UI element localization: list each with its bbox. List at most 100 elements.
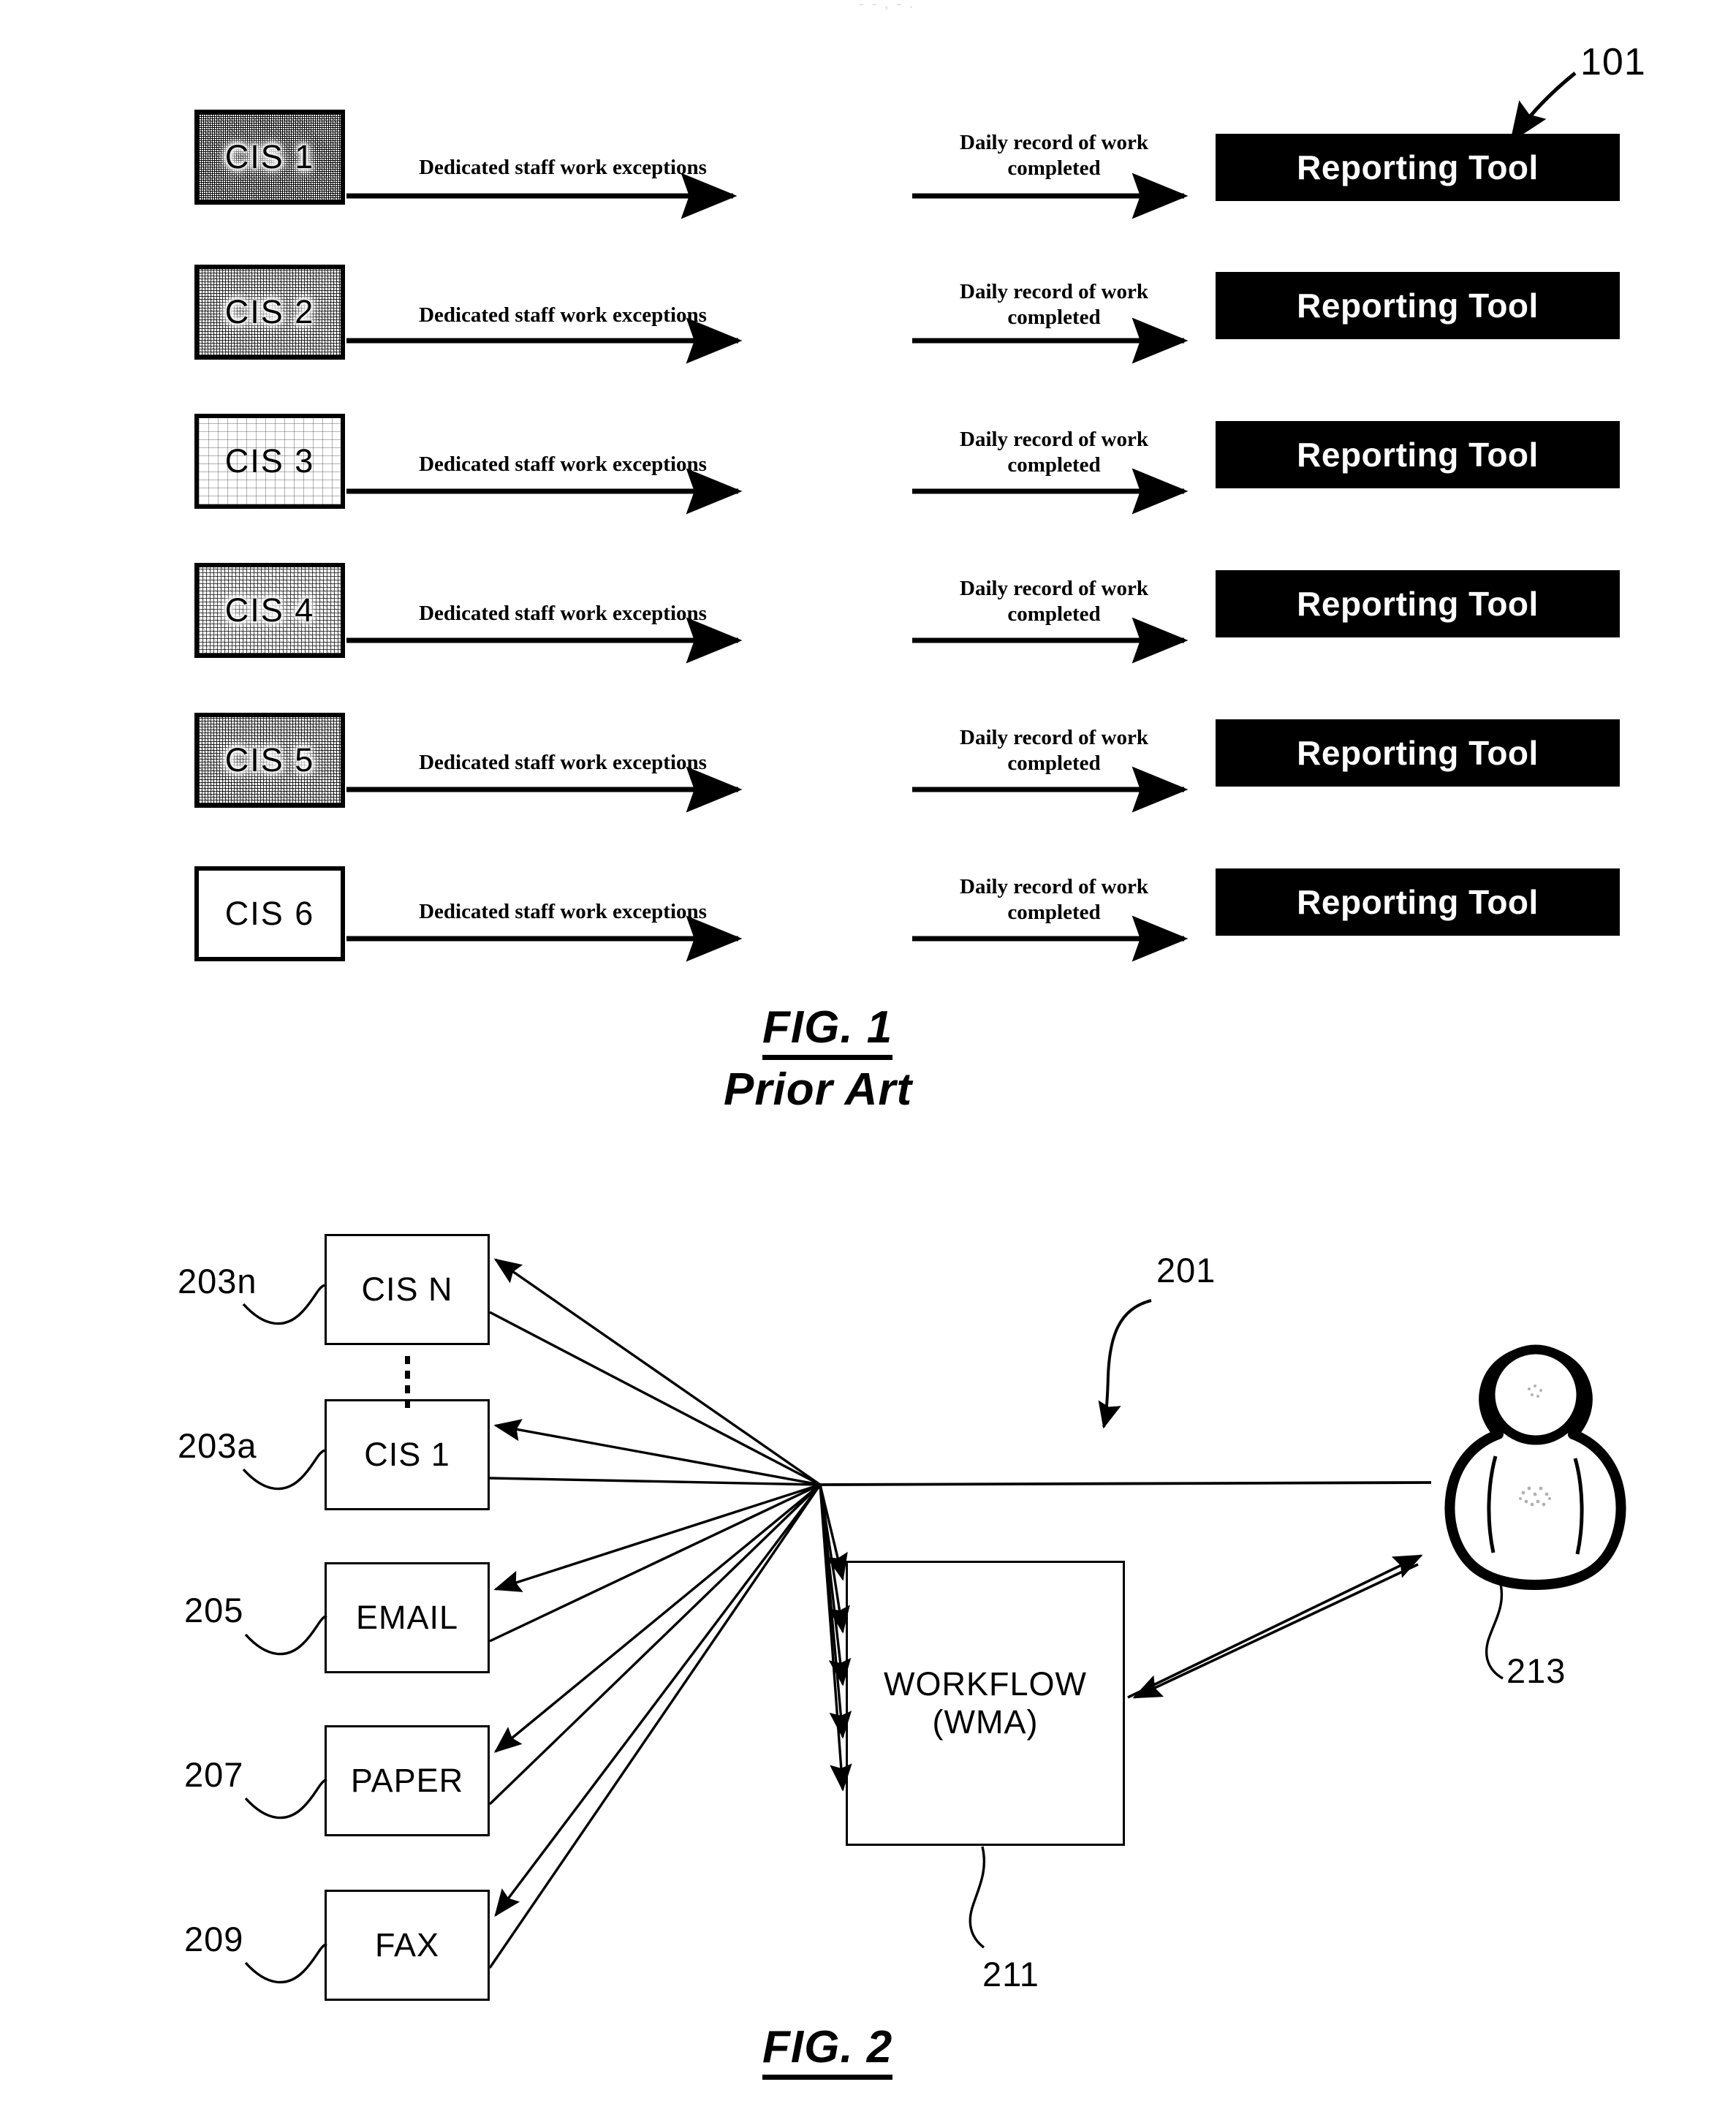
ref-leader-101 (1509, 72, 1577, 143)
cis-box-5-label: CIS 5 (224, 741, 315, 779)
patent-drawing-sheet: - - , - . CIS 1 CIS 2 CIS 3 CIS 4 CIS 5 … (0, 0, 1736, 2128)
flow-label-left-3: Dedicated staff work exceptions (419, 453, 707, 476)
arrow-hub-to-cis1 (493, 1419, 821, 1486)
workflow-box-label-line2: (WMA) (932, 1703, 1039, 1741)
arrow-hub-to-paper (493, 1483, 822, 1753)
ref-numeral-203n: 203n (178, 1262, 257, 1300)
source-box-cis-n: CIS N (325, 1234, 490, 1345)
ref-leader-209 (244, 1942, 327, 1984)
ref-numeral-205: 205 (184, 1591, 244, 1629)
ref-leader-205 (244, 1614, 327, 1656)
cis-box-4: CIS 4 (194, 563, 345, 658)
arrow-hub-to-workflow-4 (819, 1484, 852, 1739)
cis-box-3: CIS 3 (194, 414, 345, 509)
flow-label-right-4: Daily record of work completed (918, 576, 1190, 628)
reporting-tool-box-3-label: Reporting Tool (1297, 436, 1539, 474)
source-box-cis-1: CIS 1 (325, 1399, 490, 1510)
reporting-tool-box-2-label: Reporting Tool (1297, 287, 1539, 325)
flow-label-right-2-line1: Daily record of work (960, 280, 1148, 303)
fig2-hub-to-source-arrows (493, 1258, 822, 1917)
flow-label-right-3-line2: completed (1007, 453, 1101, 477)
ref-numeral-101: 101 (1580, 41, 1646, 83)
arrow-hub-to-workflow-2 (819, 1484, 850, 1634)
flow-label-right-1-line1: Daily record of work (960, 131, 1148, 154)
line-cisn-to-hub (489, 1311, 821, 1486)
flow-label-right-3-line1: Daily record of work (960, 428, 1148, 451)
ref-leader-213 (1485, 1578, 1504, 1680)
reporting-tool-box-1-label: Reporting Tool (1297, 148, 1539, 186)
reporting-tool-box-5-label: Reporting Tool (1297, 734, 1539, 772)
flow-label-left-4: Dedicated staff work exceptions (419, 602, 707, 625)
cis-box-3-label: CIS 3 (224, 442, 315, 480)
ref-leader-207 (244, 1778, 327, 1820)
cis-box-2-label: CIS 2 (224, 293, 315, 330)
line-email-to-hub (489, 1483, 821, 1643)
page-header-mark: - - , - . (859, 0, 915, 12)
figure-1-subcaption: Prior Art (724, 1064, 913, 1115)
line-fax-to-hub (488, 1484, 822, 1969)
reporting-tool-box-2: Reporting Tool (1216, 272, 1620, 339)
arrow-workflow-to-user (1127, 1554, 1423, 1699)
flow-label-right-4-line2: completed (1007, 602, 1101, 626)
source-box-cis-n-label: CIS N (361, 1270, 453, 1308)
fig2-source-to-hub-lines (488, 1311, 822, 1969)
flow-label-right-5: Daily record of work completed (918, 725, 1190, 777)
ref-numeral-211: 211 (982, 1955, 1039, 1993)
ref-leader-201 (1098, 1299, 1152, 1429)
source-box-cis-1-label: CIS 1 (364, 1435, 450, 1473)
flow-label-left-2: Dedicated staff work exceptions (419, 303, 707, 327)
cis-box-4-label: CIS 4 (224, 591, 315, 629)
person-icon-speckle (1519, 1385, 1551, 1507)
flow-label-right-6-line1: Daily record of work (960, 875, 1148, 898)
flow-label-right-3: Daily record of work completed (918, 427, 1190, 479)
cis-box-1: CIS 1 (194, 110, 345, 205)
arrow-user-to-workflow-hidden (1132, 1559, 1421, 1695)
line-paper-to-hub (488, 1483, 822, 1806)
flow-label-left-1: Dedicated staff work exceptions (419, 156, 707, 179)
ref-numeral-201: 201 (1156, 1251, 1216, 1290)
reporting-tool-box-6: Reporting Tool (1216, 868, 1620, 936)
ref-numeral-213: 213 (1506, 1651, 1566, 1690)
flow-label-right-2: Daily record of work completed (918, 279, 1190, 331)
person-icon (1444, 1344, 1626, 1590)
figure-1-caption: FIG. 1 (762, 1001, 893, 1060)
arrow-hub-to-cisn (493, 1258, 821, 1486)
flow-label-right-5-line1: Daily record of work (960, 726, 1148, 749)
source-box-fax-label: FAX (374, 1926, 440, 1964)
source-box-email: EMAIL (325, 1562, 490, 1673)
figure-2-caption: FIG. 2 (762, 2021, 893, 2080)
arrow-hub-to-fax (494, 1483, 822, 1917)
line-cis1-to-hub (489, 1477, 821, 1486)
flow-label-left-6: Dedicated staff work exceptions (419, 900, 707, 923)
ref-numeral-207: 207 (184, 1755, 244, 1794)
arrow-hub-to-workflow-3 (819, 1484, 852, 1686)
flow-label-left-5: Dedicated staff work exceptions (419, 751, 707, 774)
workflow-box-label-line1: WORKFLOW (884, 1665, 1087, 1703)
cis-box-1-label: CIS 1 (224, 138, 315, 175)
reporting-tool-box-1: Reporting Tool (1216, 134, 1620, 201)
arrow-user-to-workflow (1132, 1563, 1419, 1699)
reporting-tool-box-4: Reporting Tool (1216, 570, 1620, 637)
cis-box-5: CIS 5 (194, 713, 345, 808)
cis-box-2: CIS 2 (194, 265, 345, 360)
ref-numeral-209: 209 (184, 1920, 244, 1958)
ref-leader-211 (969, 1846, 986, 1949)
source-box-paper: PAPER (325, 1725, 490, 1836)
line-hub-to-user (819, 1481, 1432, 1486)
reporting-tool-box-6-label: Reporting Tool (1297, 883, 1539, 921)
flow-label-right-2-line2: completed (1007, 306, 1101, 330)
workflow-box: WORKFLOW (WMA) (846, 1561, 1125, 1846)
arrow-hub-to-email (493, 1483, 821, 1592)
arrow-hub-to-workflow-1 (819, 1484, 848, 1581)
flow-label-right-1: Daily record of work completed (918, 130, 1190, 182)
flow-label-right-1-line2: completed (1007, 156, 1101, 181)
cis-box-6-label: CIS 6 (224, 895, 315, 932)
ref-numeral-203a: 203a (178, 1426, 257, 1465)
cis-box-6: CIS 6 (194, 866, 345, 961)
source-box-email-label: EMAIL (355, 1598, 459, 1636)
fig2-hub-to-workflow-arrows (819, 1484, 852, 1792)
reporting-tool-box-5: Reporting Tool (1216, 719, 1620, 787)
flow-label-right-5-line2: completed (1007, 751, 1101, 776)
source-box-paper-label: PAPER (350, 1761, 464, 1799)
arrow-hub-to-workflow-5 (819, 1484, 852, 1792)
